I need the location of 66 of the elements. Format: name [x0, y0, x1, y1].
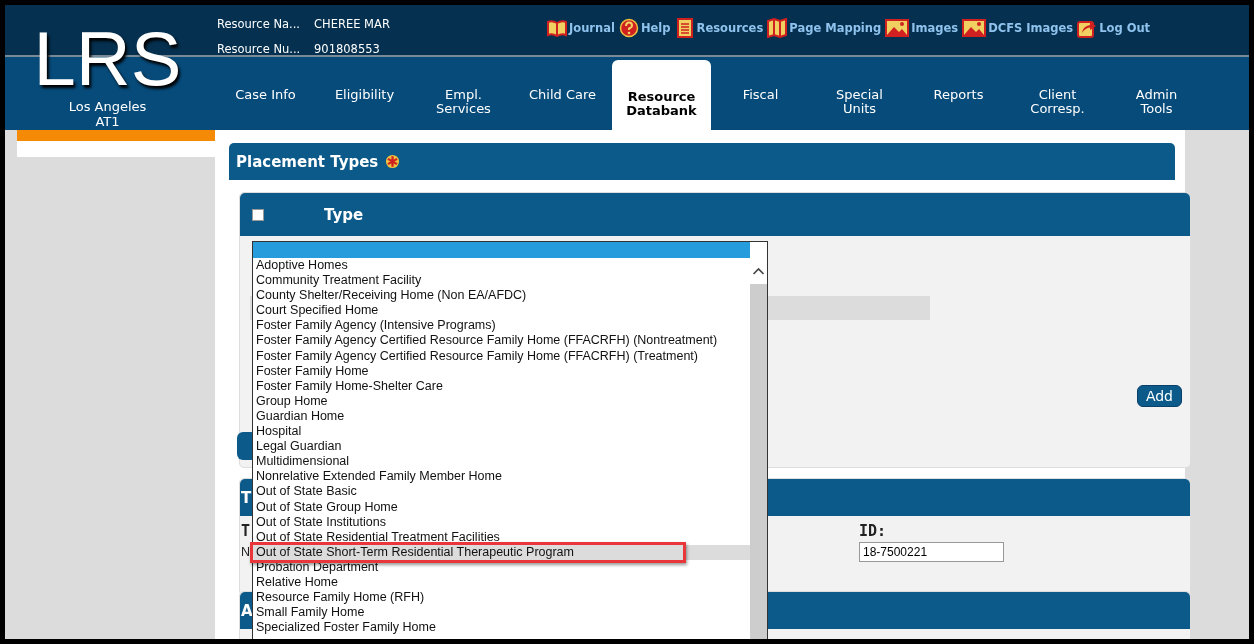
image-icon: [962, 18, 987, 38]
nav-tab[interactable]: Special Units: [810, 60, 909, 130]
dropdown-option[interactable]: Out of State Group Home: [253, 499, 750, 515]
toolbar-link[interactable]: Help: [618, 18, 671, 38]
dropdown-option[interactable]: Foster Family Agency Certified Resource Family Home (FFACRFH) (Nontreatment): [253, 333, 750, 349]
dropdown-option[interactable]: Court Specified Home: [253, 303, 750, 319]
field-label: N: [241, 545, 251, 559]
nav-tab[interactable]: Client Corresp.: [1008, 60, 1107, 130]
dropdown-option[interactable]: Nonrelative Extended Family Member Home: [253, 469, 750, 485]
select-all-checkbox[interactable]: [252, 208, 264, 221]
map-icon: [767, 18, 788, 38]
panel-title: T: [241, 488, 252, 507]
scroll-up-icon[interactable]: [750, 265, 767, 277]
dropdown-option[interactable]: Out of State Basic: [253, 484, 750, 500]
nav-tab[interactable]: Resource Databank: [612, 60, 711, 130]
dropdown-option[interactable]: Hospital: [253, 424, 750, 440]
dropdown-option[interactable]: Relative Home: [253, 574, 750, 591]
dropdown-option[interactable]: Specialized Foster Family Home: [253, 620, 750, 636]
id-field[interactable]: 18-7500221: [859, 542, 1004, 562]
dropdown-option[interactable]: Small Family Home: [253, 605, 750, 621]
dropdown-option[interactable]: Resource Family Home (RFH): [253, 590, 750, 606]
dropdown-option[interactable]: Foster Family Agency Certified Resource Family Home (FFACRFH) (Treatment): [253, 348, 750, 364]
dropdown-option[interactable]: Multidimensional: [253, 454, 750, 470]
info-label: Resource Na...: [217, 16, 301, 31]
nav-tab[interactable]: Admin Tools: [1107, 60, 1206, 130]
image-icon: [885, 18, 910, 38]
info-label: Resource Nu...: [217, 41, 302, 56]
add-button[interactable]: Add: [1136, 385, 1182, 407]
dropdown-option[interactable]: Guardian Home: [253, 408, 750, 425]
help-icon: [618, 18, 639, 38]
id-label: ID:: [859, 521, 887, 541]
dropdown-option[interactable]: Adoptive Homes: [253, 258, 750, 274]
nav-tab[interactable]: Eligibility: [315, 60, 414, 130]
toolbar-link[interactable]: Journal: [547, 18, 615, 38]
toolbar-link[interactable]: Log Out: [1077, 18, 1151, 38]
book-icon: [547, 18, 567, 38]
dropdown-option[interactable]: Out of State Residential Treatment Facilities: [253, 529, 750, 545]
office-code: AT1: [95, 114, 120, 129]
toolbar-link[interactable]: DCFS Images: [962, 18, 1074, 38]
logout-icon: [1077, 18, 1098, 38]
nav-tab[interactable]: Reports: [909, 60, 1008, 130]
info-value: 901808553: [314, 41, 380, 56]
dropdown-option[interactable]: Foster Family Home: [253, 363, 750, 379]
dropdown-option[interactable]: County Shelter/Receiving Home (Non EA/AFDC): [253, 288, 750, 304]
dropdown-option[interactable]: Probation Department: [253, 559, 750, 575]
document-icon: [674, 18, 695, 38]
dropdown-option[interactable]: Foster Family Agency (Intensive Programs): [253, 318, 750, 334]
nav-tab[interactable]: Empl. Services: [414, 60, 513, 130]
toolbar-link[interactable]: Resources: [674, 18, 764, 38]
dropdown-option[interactable]: Community Treatment Facility: [253, 273, 750, 289]
toolbar-link[interactable]: Images: [885, 18, 959, 38]
dropdown-option[interactable]: Foster Family Home-Shelter Care: [253, 378, 750, 394]
nav-tab[interactable]: Child Care: [513, 60, 612, 130]
nav-tab[interactable]: Case Info: [216, 60, 315, 130]
info-value: CHEREE MAR: [314, 16, 390, 31]
column-header: Type: [324, 205, 364, 224]
dropdown-option[interactable]: Group Home: [253, 393, 750, 409]
logo: LRS: [33, 19, 182, 99]
field-label: T: [241, 521, 251, 541]
dropdown-option[interactable]: Out of State Institutions: [253, 514, 750, 530]
nav-tab[interactable]: Fiscal: [711, 60, 810, 130]
office-name: Los Angeles: [68, 99, 147, 114]
toolbar-link[interactable]: Page Mapping: [767, 18, 882, 38]
panel-title: A: [241, 601, 253, 620]
dropdown-option[interactable]: Legal Guardian: [253, 439, 750, 455]
section-title: Placement Types: [236, 152, 379, 171]
